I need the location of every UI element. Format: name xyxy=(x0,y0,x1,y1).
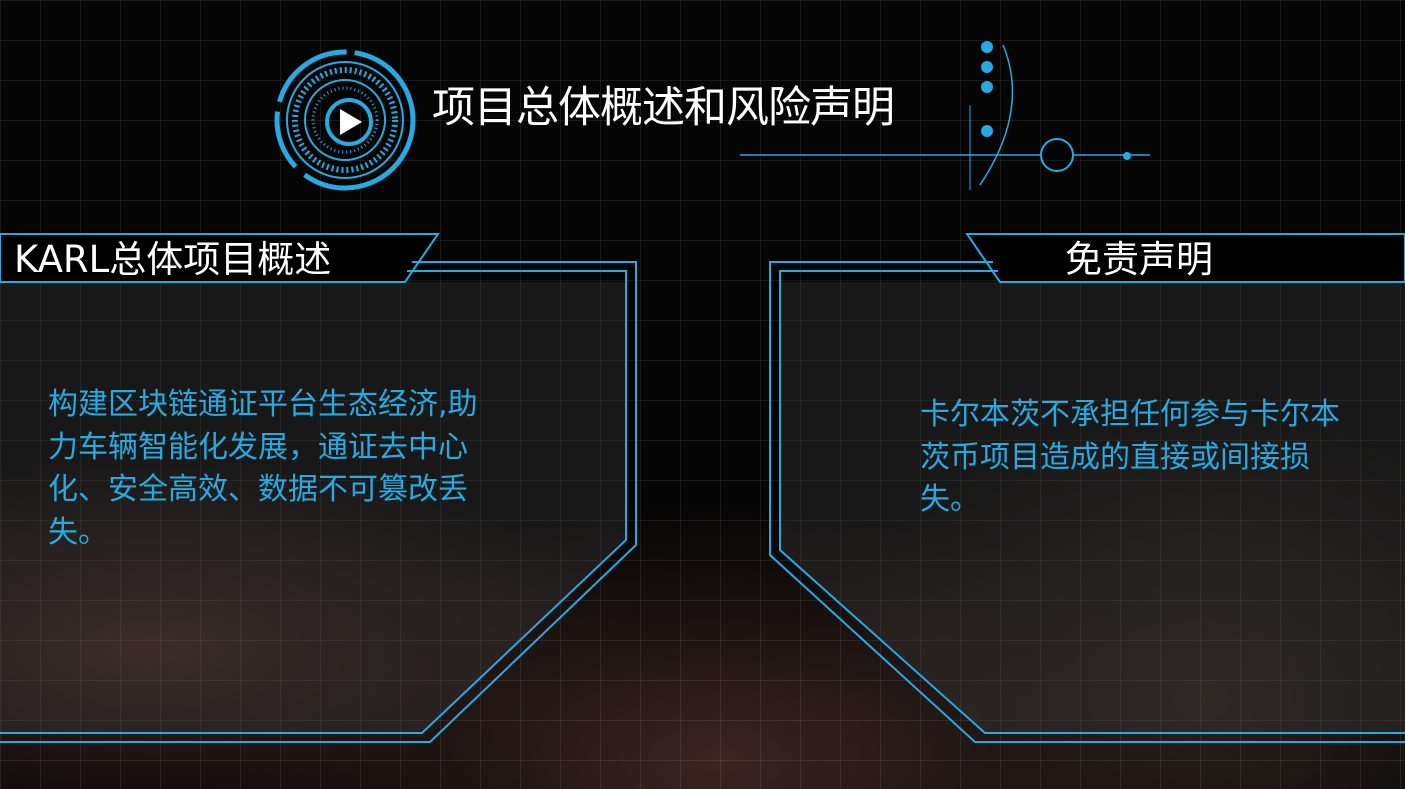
left-panel-body: 构建区块链通证平台生态经济,助力车辆智能化发展，通证去中心化、安全高效、数据不可… xyxy=(48,387,478,550)
play-icon xyxy=(340,109,362,135)
right-panel-body: 卡尔本茨不承担任何参与卡尔本茨币项目造成的直接或间接损失。 xyxy=(920,397,1340,517)
play-badge xyxy=(274,49,416,191)
right-panel-header: 免责声明 xyxy=(1065,238,1213,281)
title-decor-dots xyxy=(981,41,1131,160)
ring-icon xyxy=(1040,138,1074,172)
slide-title: 项目总体概述和风险声明 xyxy=(432,83,895,133)
left-panel-header: KARL总体项目概述 xyxy=(14,238,332,281)
